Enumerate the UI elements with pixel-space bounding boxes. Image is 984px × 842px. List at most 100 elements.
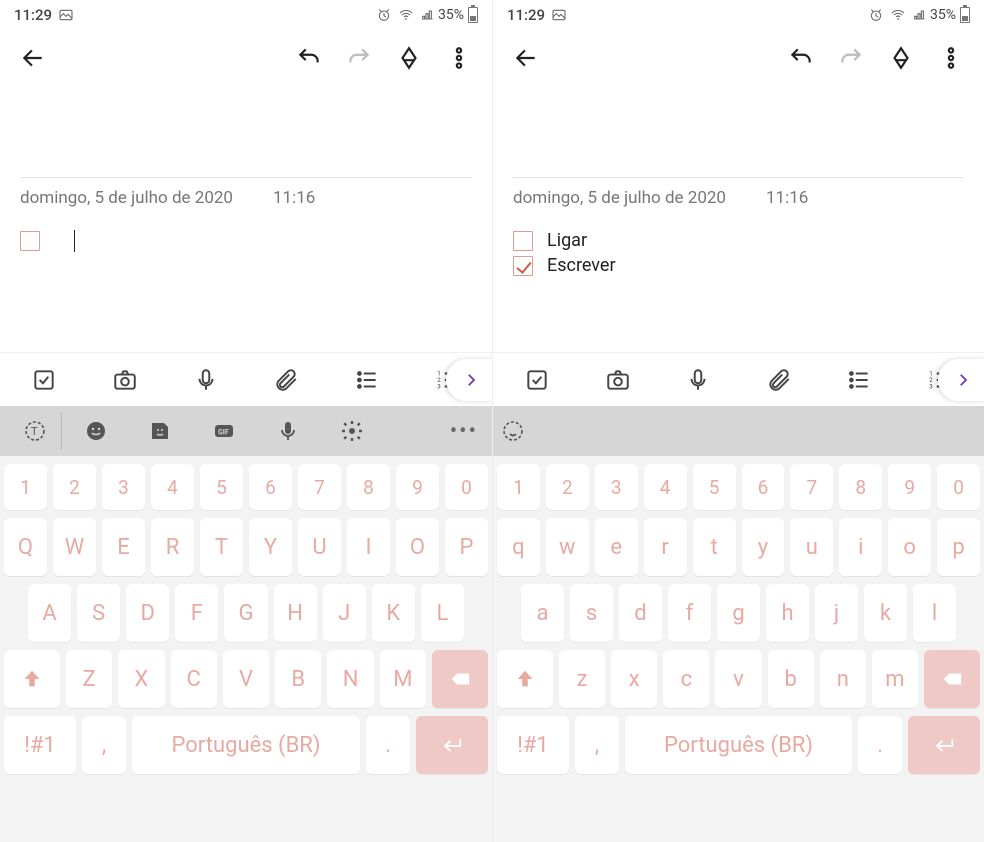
settings-icon[interactable] — [322, 412, 382, 450]
key-d[interactable]: D — [126, 584, 169, 642]
checklist-item[interactable]: Escrever — [513, 253, 964, 278]
key-j[interactable]: j — [815, 584, 858, 642]
checklist[interactable] — [20, 224, 472, 254]
key-o[interactable]: o — [888, 518, 931, 576]
key-5[interactable]: 5 — [200, 464, 243, 510]
camera-button[interactable] — [85, 353, 166, 406]
key-h[interactable]: h — [766, 584, 809, 642]
key-k[interactable]: K — [372, 584, 415, 642]
key-5[interactable]: 5 — [693, 464, 736, 510]
key-v[interactable]: v — [715, 650, 761, 708]
key-a[interactable]: a — [521, 584, 564, 642]
symbols-key[interactable]: !#1 — [4, 716, 76, 774]
comma-key[interactable]: , — [82, 716, 126, 774]
note-body[interactable]: domingo, 5 de julho de 2020 11:16 — [0, 86, 492, 352]
camera-button[interactable] — [578, 353, 659, 406]
key-4[interactable]: 4 — [151, 464, 194, 510]
voice-button[interactable] — [658, 353, 739, 406]
attachment-button[interactable] — [739, 353, 820, 406]
key-c[interactable]: C — [171, 650, 217, 708]
symbols-key[interactable]: !#1 — [497, 716, 569, 774]
checklist[interactable]: Ligar Escrever — [513, 224, 964, 278]
key-3[interactable]: 3 — [102, 464, 145, 510]
key-6[interactable]: 6 — [742, 464, 785, 510]
comma-key[interactable]: , — [575, 716, 619, 774]
period-key[interactable]: . — [858, 716, 902, 774]
period-key[interactable]: . — [366, 716, 410, 774]
undo-button[interactable] — [778, 35, 824, 81]
key-0[interactable]: 0 — [445, 464, 488, 510]
key-i[interactable]: i — [839, 518, 882, 576]
key-b[interactable]: b — [768, 650, 814, 708]
backspace-key[interactable] — [924, 650, 980, 708]
key-2[interactable]: 2 — [53, 464, 96, 510]
key-y[interactable]: Y — [249, 518, 292, 576]
key-a[interactable]: A — [28, 584, 71, 642]
checklist-item-label[interactable]: Ligar — [547, 230, 587, 251]
toolbar-expand-button[interactable] — [938, 359, 984, 401]
key-p[interactable]: p — [937, 518, 980, 576]
key-1[interactable]: 1 — [4, 464, 47, 510]
text-select-icon[interactable]: T — [8, 412, 62, 450]
space-key[interactable]: Português (BR) — [132, 716, 360, 774]
key-4[interactable]: 4 — [644, 464, 687, 510]
key-s[interactable]: s — [570, 584, 613, 642]
gif-icon[interactable]: GIF — [194, 412, 254, 450]
checklist-item[interactable] — [20, 228, 472, 254]
key-t[interactable]: t — [693, 518, 736, 576]
key-g[interactable]: G — [224, 584, 267, 642]
key-l[interactable]: l — [913, 584, 956, 642]
sticker-icon[interactable] — [130, 412, 190, 450]
key-c[interactable]: c — [663, 650, 709, 708]
key-3[interactable]: 3 — [595, 464, 638, 510]
key-r[interactable]: r — [644, 518, 687, 576]
key-m[interactable]: m — [872, 650, 918, 708]
key-w[interactable]: W — [53, 518, 96, 576]
pen-button[interactable] — [878, 35, 924, 81]
key-j[interactable]: J — [323, 584, 366, 642]
key-y[interactable]: y — [742, 518, 785, 576]
checklist-button[interactable] — [4, 353, 85, 406]
key-g[interactable]: g — [717, 584, 760, 642]
checklist-button[interactable] — [497, 353, 578, 406]
checkbox-icon[interactable] — [513, 231, 533, 251]
key-u[interactable]: u — [790, 518, 833, 576]
key-e[interactable]: E — [102, 518, 145, 576]
key-8[interactable]: 8 — [347, 464, 390, 510]
key-e[interactable]: e — [595, 518, 638, 576]
space-key[interactable]: Português (BR) — [625, 716, 852, 774]
mic-icon[interactable] — [258, 412, 318, 450]
emoji-icon[interactable] — [66, 412, 126, 450]
key-7[interactable]: 7 — [298, 464, 341, 510]
back-button[interactable] — [503, 35, 549, 81]
key-q[interactable]: Q — [4, 518, 47, 576]
key-i[interactable]: I — [347, 518, 390, 576]
redo-button[interactable] — [336, 35, 382, 81]
keyboard-more-icon[interactable]: ••• — [450, 419, 484, 444]
key-r[interactable]: R — [151, 518, 194, 576]
key-7[interactable]: 7 — [790, 464, 833, 510]
key-m[interactable]: M — [380, 650, 426, 708]
key-x[interactable]: x — [611, 650, 657, 708]
overflow-menu-button[interactable] — [436, 35, 482, 81]
shift-key[interactable] — [497, 650, 553, 708]
key-b[interactable]: B — [275, 650, 321, 708]
key-l[interactable]: L — [421, 584, 464, 642]
key-0[interactable]: 0 — [937, 464, 980, 510]
checklist-item[interactable]: Ligar — [513, 228, 964, 253]
key-2[interactable]: 2 — [546, 464, 589, 510]
note-body[interactable]: domingo, 5 de julho de 2020 11:16 Ligar … — [493, 86, 984, 352]
pen-button[interactable] — [386, 35, 432, 81]
note-title-area[interactable] — [513, 98, 964, 178]
toolbar-expand-button[interactable] — [446, 359, 496, 401]
key-w[interactable]: w — [546, 518, 589, 576]
key-z[interactable]: Z — [66, 650, 112, 708]
key-v[interactable]: V — [223, 650, 269, 708]
shift-key[interactable] — [4, 650, 60, 708]
checkbox-icon[interactable] — [513, 256, 533, 276]
key-u[interactable]: U — [298, 518, 341, 576]
key-9[interactable]: 9 — [396, 464, 439, 510]
note-title-area[interactable] — [20, 98, 472, 178]
key-f[interactable]: f — [668, 584, 711, 642]
checklist-item-label[interactable]: Escrever — [547, 255, 616, 276]
